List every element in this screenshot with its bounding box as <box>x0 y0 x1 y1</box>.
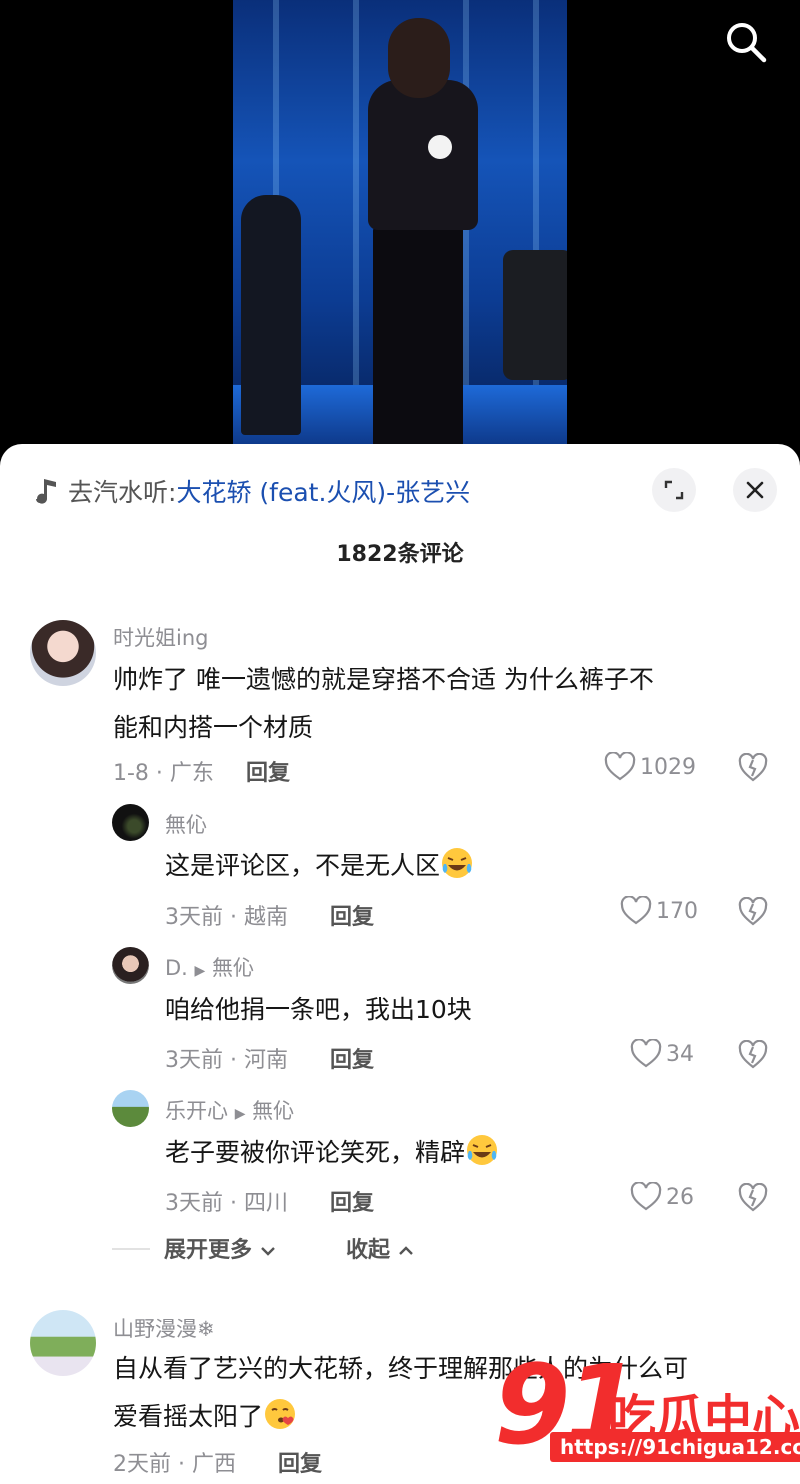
dislike-icon[interactable] <box>738 897 768 927</box>
comment-meta: 3天前 · 河南 <box>165 1048 288 1073</box>
like-button[interactable]: 170 <box>620 896 698 926</box>
chevron-down-icon <box>260 1247 275 1256</box>
like-count: 170 <box>656 898 698 924</box>
expand-more-button[interactable]: 展开更多 <box>164 1232 276 1264</box>
reply-button[interactable]: 回复 <box>330 1042 374 1074</box>
expand-button[interactable] <box>652 468 696 512</box>
like-count: 26 <box>666 1184 694 1210</box>
watermark-url: https://91chigua12.com <box>550 1432 800 1462</box>
thread-divider <box>112 1248 150 1250</box>
reply-arrow-icon: ▶ <box>194 963 206 979</box>
reply-button[interactable]: 回复 <box>330 1185 374 1217</box>
like-button[interactable]: 26 <box>630 1182 694 1212</box>
dislike-icon[interactable] <box>738 1183 768 1213</box>
comment-text: 老子要被你评论笑死，精辟 <box>165 1129 499 1177</box>
close-icon <box>746 481 764 499</box>
reply-to-username: 無伈 <box>252 1099 295 1123</box>
like-count: 34 <box>666 1041 694 1067</box>
crew-member <box>241 195 301 435</box>
search-icon[interactable] <box>722 18 770 66</box>
laugh-cry-emoji <box>442 848 473 878</box>
reply-arrow-icon: ▶ <box>234 1106 246 1122</box>
comment-username[interactable]: 無伈 <box>165 809 207 839</box>
comment-meta: 1-8 · 广东 <box>113 761 214 786</box>
heart-icon <box>630 1182 662 1211</box>
video-frame <box>233 0 567 460</box>
heart-icon <box>630 1039 662 1068</box>
reply-button[interactable]: 回复 <box>278 1446 322 1478</box>
performer <box>343 10 493 455</box>
comment-text: 这是评论区，不是无人区 <box>165 842 474 890</box>
avatar[interactable] <box>30 1310 96 1376</box>
comment-meta: 2天前 · 广西 <box>113 1452 236 1477</box>
collapse-button[interactable]: 收起 <box>346 1232 414 1264</box>
reply-button[interactable]: 回复 <box>246 755 290 787</box>
video-player[interactable] <box>0 0 800 460</box>
reply-button[interactable]: 回复 <box>330 899 374 931</box>
music-prefix: 去汽水听: <box>68 478 177 507</box>
like-count: 1029 <box>640 754 696 780</box>
heart-icon <box>604 752 636 781</box>
avatar[interactable] <box>112 947 149 984</box>
song-title[interactable]: 大花轿 (feat.火风)-张艺兴 <box>176 473 470 509</box>
comment-username[interactable]: 山野漫漫❄ <box>113 1313 215 1343</box>
like-button[interactable]: 34 <box>630 1039 694 1069</box>
comment-username[interactable]: 乐开心 ▶ 無伈 <box>165 1095 294 1125</box>
dislike-icon[interactable] <box>738 753 768 783</box>
comment-username[interactable]: 时光姐ing <box>113 622 208 652</box>
music-link[interactable]: 去汽水听: 大花轿 (feat.火风)-张艺兴 <box>34 474 470 508</box>
comment-text: 帅炸了 唯一遗憾的就是穿搭不合适 为什么裤子不 能和内搭一个材质 <box>113 665 654 742</box>
comment-count: 1822条评论 <box>336 542 464 567</box>
like-button[interactable]: 1029 <box>604 752 696 782</box>
avatar[interactable] <box>30 620 96 686</box>
comment-sheet: 去汽水听: 大花轿 (feat.火风)-张艺兴 1822条评论 时光姐ing 帅… <box>0 444 800 1484</box>
laugh-cry-emoji <box>467 1135 498 1165</box>
watermark: 91 吃瓜中心 https://91chigua12.com <box>494 1350 800 1470</box>
close-button[interactable] <box>733 468 777 512</box>
comment-username[interactable]: D. ▶ 無伈 <box>165 952 254 982</box>
expand-icon <box>664 480 684 500</box>
avatar[interactable] <box>112 1090 149 1127</box>
heart-icon <box>620 896 652 925</box>
reply-to-username: 無伈 <box>212 956 255 980</box>
comment-meta: 3天前 · 越南 <box>165 905 288 930</box>
music-note-icon <box>36 479 56 504</box>
dislike-icon[interactable] <box>738 1040 768 1070</box>
comment-meta: 3天前 · 四川 <box>165 1191 288 1216</box>
avatar[interactable] <box>112 804 149 841</box>
chevron-up-icon <box>398 1246 413 1255</box>
camera-rig <box>503 250 567 380</box>
blowing-kiss-emoji <box>265 1399 296 1429</box>
comment-text: 咱给他捐一条吧，我出10块 <box>165 995 472 1024</box>
